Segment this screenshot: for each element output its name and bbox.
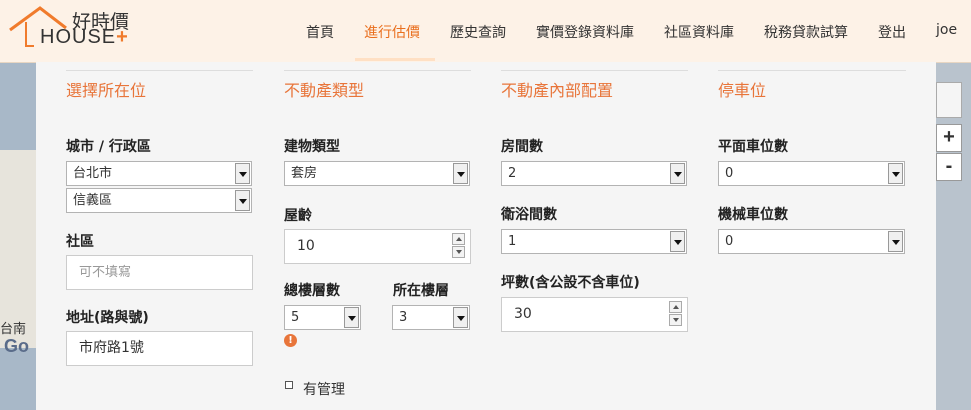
layers-icon[interactable]: [936, 82, 962, 118]
mech-parking-value: 0: [725, 234, 734, 249]
top-navbar: 好時價 HOUSE+ 首頁 進行估價 歷史查詢 實價登錄資料庫 社區資料庫 稅務…: [0, 0, 971, 63]
active-nav-indicator: [355, 58, 435, 61]
section-title-location: 選擇所在位: [66, 81, 147, 100]
baths-label: 衛浴間數: [501, 207, 557, 223]
baths-select[interactable]: 1: [501, 229, 687, 254]
chevron-down-icon: [453, 163, 468, 184]
chevron-down-icon: [888, 231, 903, 252]
rooms-value: 2: [508, 166, 517, 181]
managed-checkbox[interactable]: [285, 381, 293, 389]
address-input[interactable]: 市府路1號: [66, 331, 253, 366]
site-logo[interactable]: 好時價 HOUSE+: [8, 4, 138, 58]
district-select-value: 信義區: [73, 193, 113, 208]
chevron-down-icon: [670, 231, 685, 252]
nav-price-registry[interactable]: 實價登錄資料庫: [536, 22, 634, 42]
zoom-in-button[interactable]: +: [936, 124, 962, 152]
nav-user[interactable]: joe: [936, 22, 957, 38]
flat-parking-select[interactable]: 0: [718, 161, 905, 186]
section-divider: [284, 70, 471, 71]
city-select-value: 台北市: [73, 166, 113, 181]
area-value: 30: [514, 306, 532, 322]
building-type-label: 建物類型: [284, 139, 340, 155]
logo-english: HOUSE+: [40, 26, 129, 48]
section-title-layout: 不動產內部配置: [501, 81, 614, 100]
age-stepper[interactable]: 10: [284, 229, 471, 264]
google-logo: Go: [4, 336, 29, 356]
rooms-label: 房間數: [501, 139, 543, 155]
chevron-down-icon: [670, 163, 685, 184]
spin-down-icon[interactable]: [669, 314, 682, 326]
section-divider: [501, 70, 688, 71]
nav-community-db[interactable]: 社區資料庫: [664, 22, 734, 42]
spin-down-icon[interactable]: [452, 246, 465, 258]
area-stepper[interactable]: 30: [501, 297, 688, 332]
spin-up-icon[interactable]: [452, 233, 465, 245]
flat-parking-label: 平面車位數: [718, 139, 788, 155]
total-floors-label: 總樓層數: [284, 283, 340, 299]
managed-label[interactable]: 有管理: [303, 379, 345, 399]
total-floors-value: 5: [291, 310, 300, 325]
mech-parking-select[interactable]: 0: [718, 229, 905, 254]
floor-value: 3: [399, 310, 408, 325]
area-label: 坪數(含公設不含車位): [501, 275, 640, 291]
chevron-down-icon: [344, 307, 359, 328]
zoom-out-button[interactable]: -: [936, 153, 962, 181]
map-city-label: 台南: [0, 322, 27, 337]
nav-history[interactable]: 歷史查詢: [450, 22, 506, 42]
nav-home[interactable]: 首頁: [306, 22, 334, 42]
age-value: 10: [297, 238, 315, 254]
section-title-type: 不動產類型: [284, 81, 365, 100]
age-label: 屋齡: [284, 208, 312, 224]
chevron-down-icon: [235, 163, 250, 184]
info-icon[interactable]: !: [284, 334, 297, 347]
city-select[interactable]: 台北市: [66, 161, 252, 186]
community-input[interactable]: 可不填寫: [66, 255, 253, 290]
building-type-select[interactable]: 套房: [284, 161, 470, 186]
chevron-down-icon: [453, 307, 468, 328]
section-divider: [66, 70, 253, 71]
nav-appraisal[interactable]: 進行估價: [364, 22, 420, 42]
nav-logout[interactable]: 登出: [878, 22, 906, 42]
chevron-down-icon: [888, 163, 903, 184]
address-label: 地址(路與號): [66, 310, 149, 326]
district-select[interactable]: 信義區: [66, 188, 252, 213]
age-spinner[interactable]: [452, 233, 465, 259]
section-divider: [718, 70, 906, 71]
floor-label: 所在樓層: [393, 283, 449, 299]
mech-parking-label: 機械車位數: [718, 207, 788, 223]
flat-parking-value: 0: [725, 166, 734, 181]
floor-select[interactable]: 3: [392, 305, 470, 330]
community-label: 社區: [66, 234, 94, 250]
area-spinner[interactable]: [669, 301, 682, 327]
city-district-label: 城市 / 行政區: [66, 139, 151, 155]
building-type-value: 套房: [291, 166, 318, 181]
rooms-select[interactable]: 2: [501, 161, 687, 186]
nav-tax-loan-calc[interactable]: 稅務貸款試算: [764, 22, 848, 42]
chevron-down-icon: [235, 190, 250, 211]
section-title-parking: 停車位: [718, 81, 767, 100]
spin-up-icon[interactable]: [669, 301, 682, 313]
total-floors-select[interactable]: 5: [284, 305, 361, 330]
baths-value: 1: [508, 234, 517, 249]
